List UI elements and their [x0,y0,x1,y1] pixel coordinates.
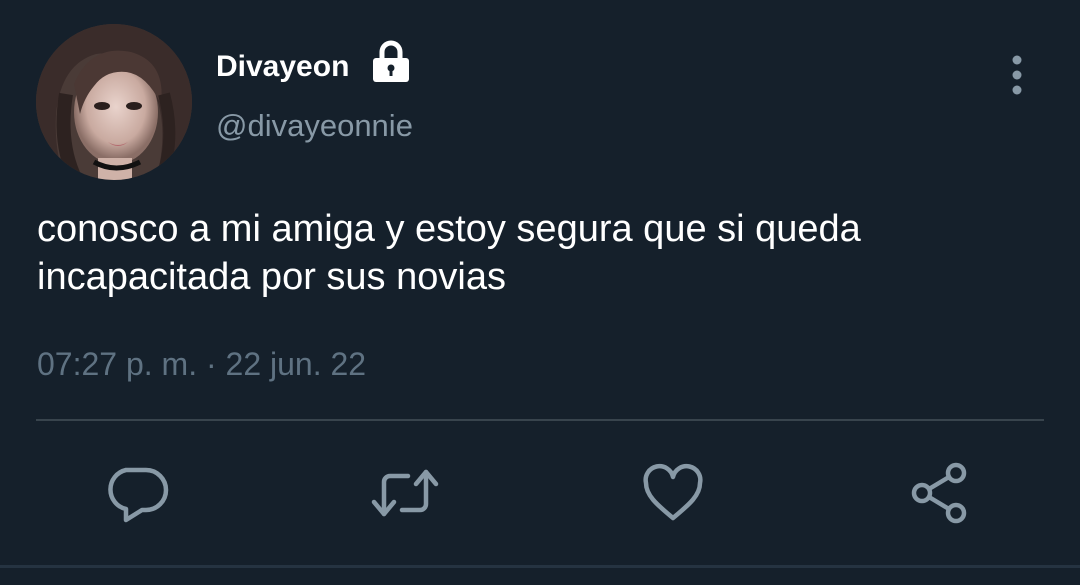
more-options-icon[interactable] [1000,54,1034,98]
like-button[interactable] [638,458,708,528]
retweet-icon [371,469,439,517]
user-handle[interactable]: @divayeonnie [216,108,413,144]
tweet-date: 22 jun. 22 [225,346,367,382]
like-icon [643,463,703,521]
share-icon [911,462,967,524]
reply-button[interactable] [104,458,174,528]
tweet-timestamp[interactable]: 07:27 p. m. · 22 jun. 22 [37,346,366,383]
lock-icon [370,40,412,84]
tweet-time: 07:27 p. m. [37,346,198,382]
share-button[interactable] [904,458,974,528]
reply-icon [108,467,169,523]
timestamp-separator: · [197,346,226,382]
tweet-detail: Divayeon @divayeonnie conosco a mi amiga… [0,0,1080,585]
bottom-divider [0,565,1080,568]
display-name[interactable]: Divayeon [216,50,349,84]
retweet-button[interactable] [370,458,440,528]
avatar[interactable] [36,24,192,180]
divider [36,419,1044,421]
avatar-image [36,24,192,180]
tweet-text: conosco a mi amiga y estoy segura que si… [37,208,861,298]
